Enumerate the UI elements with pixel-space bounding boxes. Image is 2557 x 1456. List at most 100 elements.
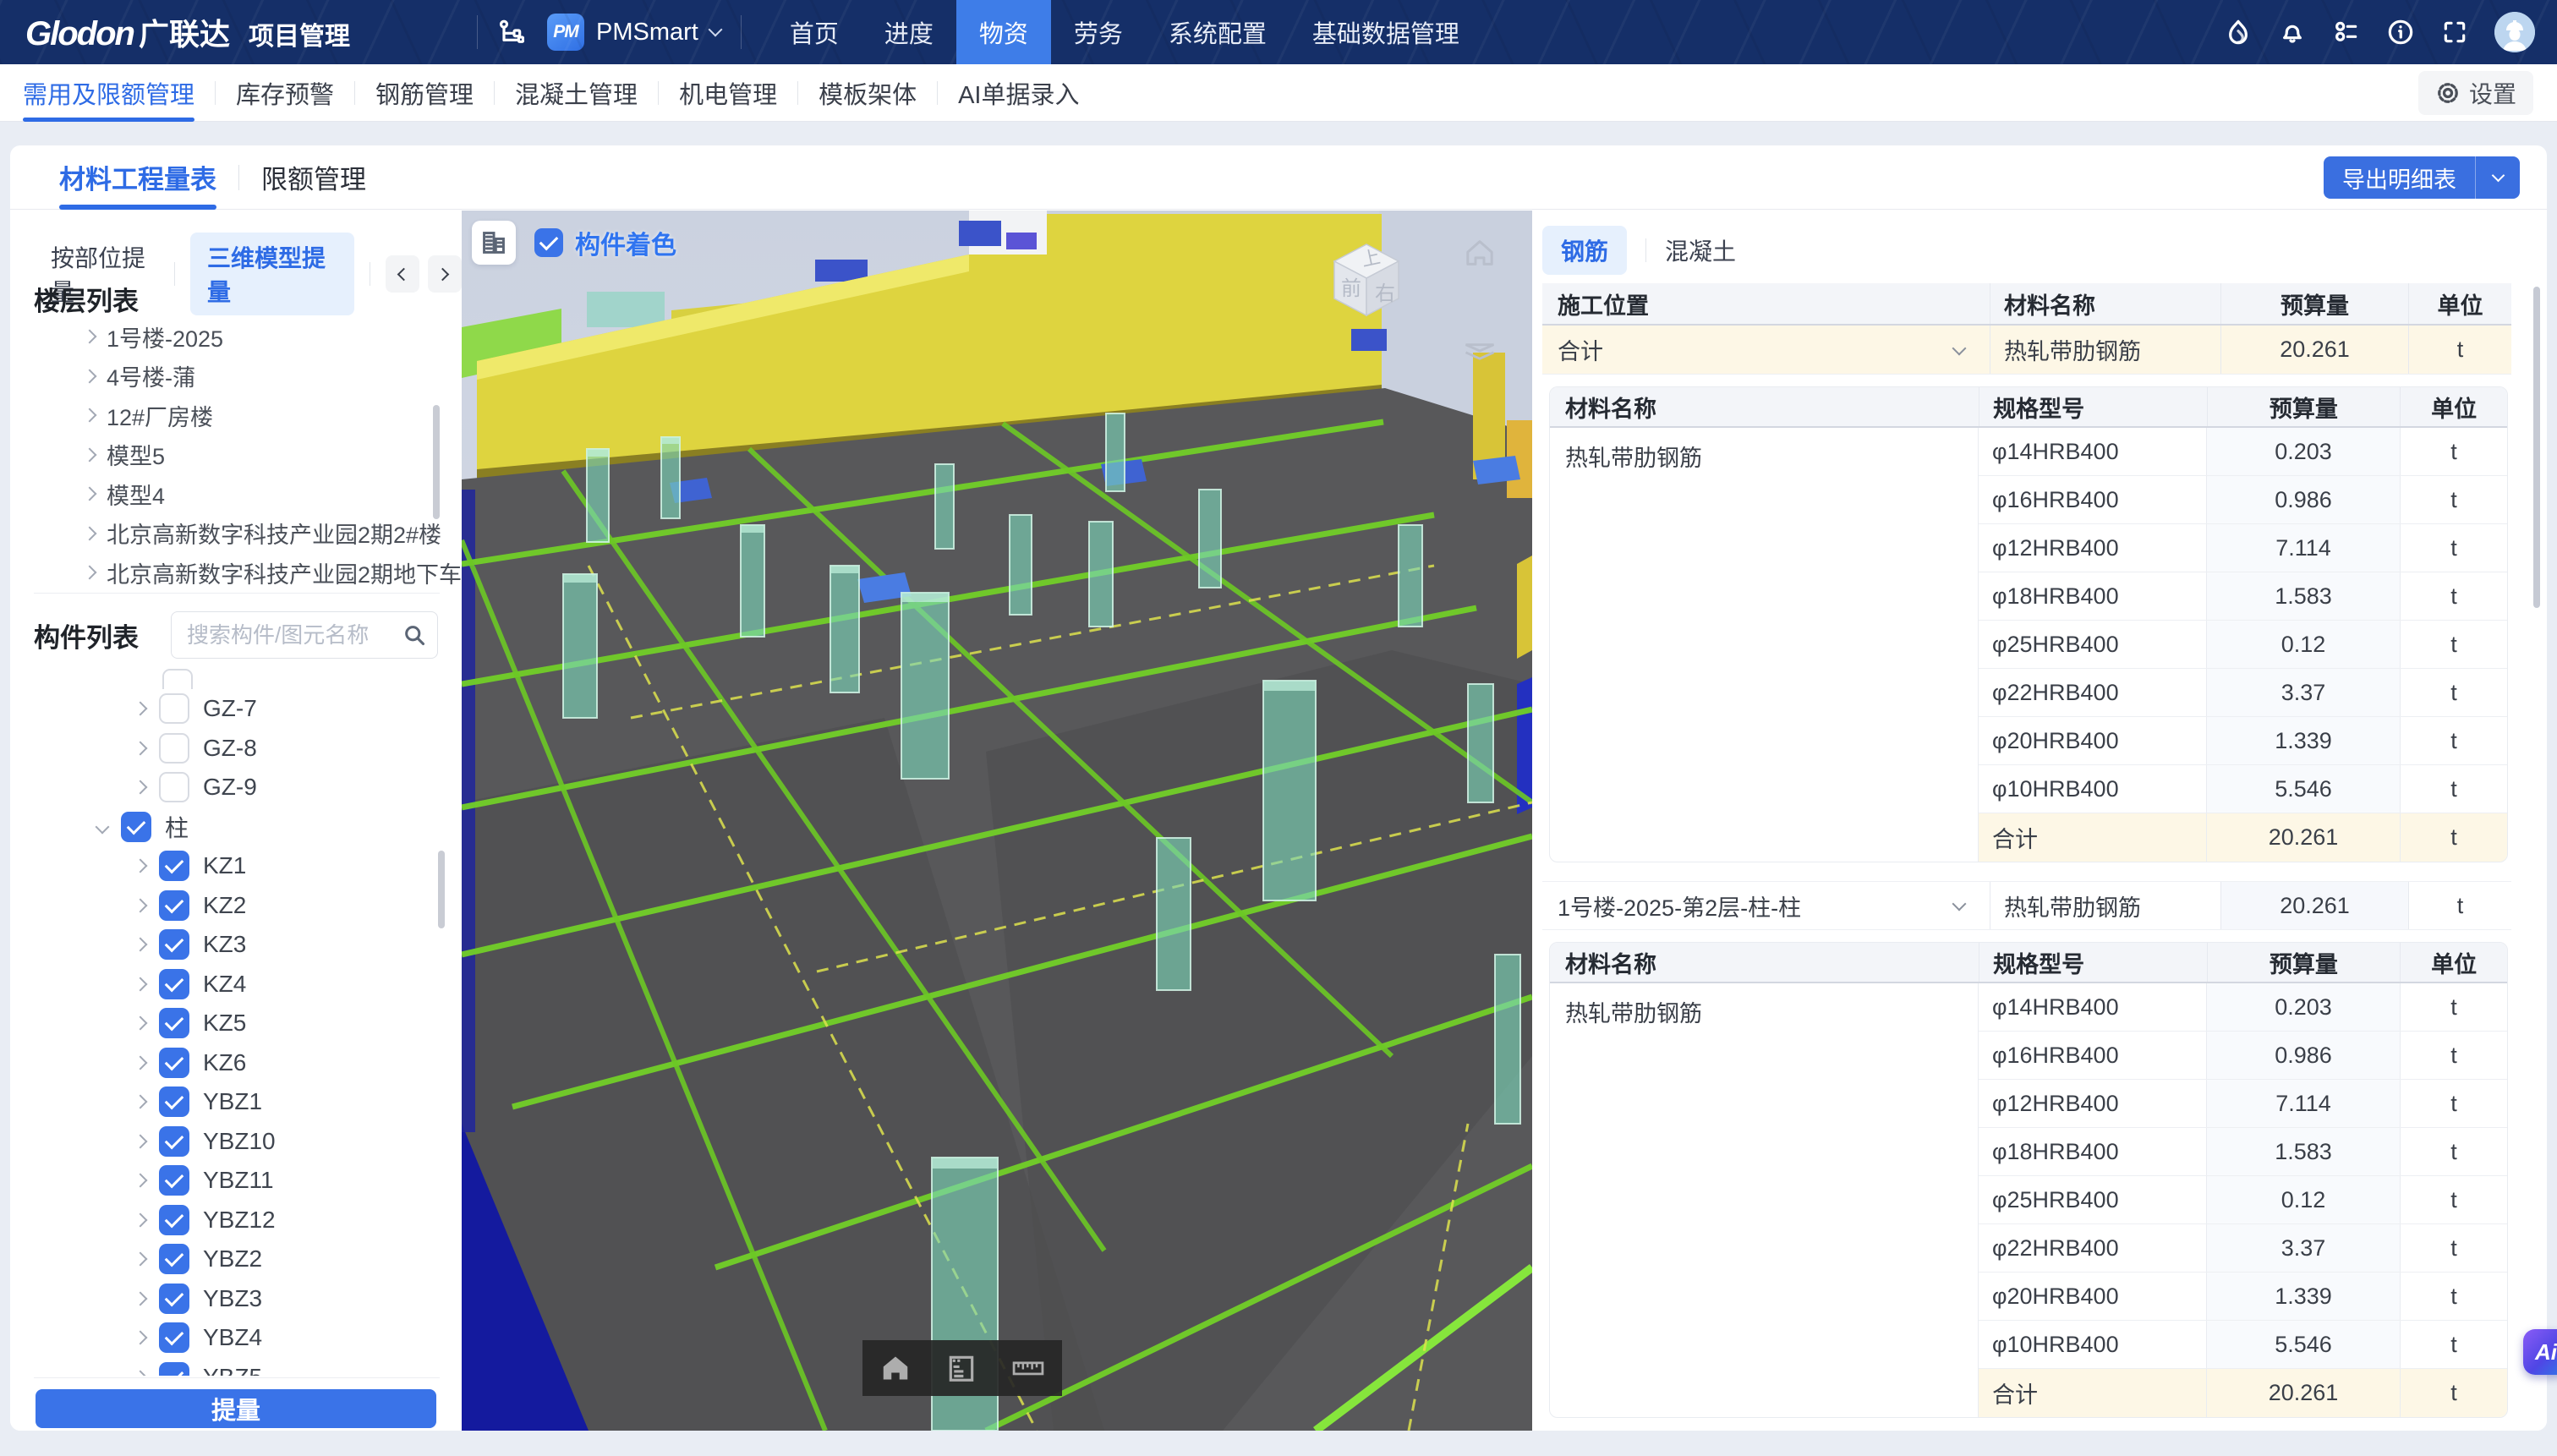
chevron-right-icon[interactable] — [134, 1095, 148, 1109]
checkbox-checked[interactable] — [159, 1322, 189, 1353]
panel-scrollbar[interactable] — [2533, 287, 2540, 608]
model-viewport[interactable]: 构件着色 上 前 右 — [462, 211, 1532, 1431]
component-item[interactable]: GZ-8 — [10, 729, 450, 769]
fullscreen-icon[interactable] — [2440, 18, 2469, 47]
floor-item[interactable]: 12#厂房楼 — [10, 396, 441, 435]
checkbox-checked[interactable] — [159, 1126, 189, 1157]
chevron-down-icon[interactable] — [1952, 897, 1967, 911]
chevron-right-icon[interactable] — [134, 1370, 148, 1376]
nav-item-system-config[interactable]: 系统配置 — [1146, 0, 1289, 64]
chevron-right-icon[interactable] — [83, 408, 97, 423]
chevron-right-icon[interactable] — [134, 859, 148, 873]
checkbox-checked[interactable] — [159, 1244, 189, 1274]
component-item[interactable]: YBZ4 — [10, 1318, 450, 1358]
floor-item[interactable]: 模型5 — [10, 435, 441, 475]
subnav-ai-entry[interactable]: AI单据录入 — [958, 64, 1079, 122]
nav-item-progress[interactable]: 进度 — [862, 0, 956, 64]
component-item[interactable]: YBZ10 — [10, 1122, 450, 1162]
settings-button[interactable]: 设置 — [2418, 71, 2533, 115]
floor-item[interactable]: 北京高新数字科技产业园2期地下车库人防 — [10, 553, 441, 593]
location-group-row[interactable]: 1号楼-2025-第2层-柱-柱 热轧带肋钢筋 20.261 t — [1542, 881, 2511, 930]
location-select[interactable]: 1号楼-2025-第2层-柱-柱 — [1558, 889, 1954, 922]
floor-item[interactable]: 北京高新数字科技产业园2期2#楼 — [10, 514, 441, 554]
chevron-right-icon[interactable] — [83, 447, 97, 462]
measure-ruler-icon[interactable] — [1011, 1352, 1045, 1384]
checkbox-checked[interactable] — [159, 929, 189, 960]
checkbox-checked[interactable] — [159, 1362, 189, 1376]
location-group-row[interactable]: 合计 热轧带肋钢筋 20.261 t — [1542, 326, 2511, 375]
chevron-right-icon[interactable] — [83, 330, 97, 344]
component-item[interactable]: GZ-7 — [10, 689, 450, 729]
chevron-right-icon[interactable] — [134, 977, 148, 991]
prev-page-button[interactable] — [386, 255, 419, 293]
export-detail-button[interactable]: 导出明细表 — [2324, 156, 2520, 199]
user-avatar[interactable] — [2494, 12, 2535, 52]
chevron-down-icon[interactable] — [96, 819, 110, 834]
apps-icon[interactable] — [2332, 18, 2361, 47]
checkbox-checked[interactable] — [159, 851, 189, 881]
checkbox-checked[interactable] — [159, 969, 189, 999]
tab-concrete[interactable]: 混凝土 — [1665, 233, 1736, 267]
component-item[interactable]: KZ4 — [10, 965, 450, 1004]
nav-item-home[interactable]: 首页 — [767, 0, 862, 64]
nav-item-materials[interactable]: 物资 — [956, 0, 1051, 64]
home-view-icon[interactable] — [1463, 236, 1497, 274]
checkbox-checked[interactable] — [159, 1284, 189, 1314]
chevron-right-icon[interactable] — [134, 1134, 148, 1148]
component-search-input[interactable] — [171, 611, 438, 659]
chevron-right-icon[interactable] — [134, 1252, 148, 1267]
view-cube[interactable]: 上 前 右 — [1316, 229, 1417, 331]
properties-list-icon[interactable] — [945, 1352, 977, 1384]
component-scrollbar[interactable] — [438, 851, 445, 928]
subnav-demand-quota[interactable]: 需用及限额管理 — [23, 64, 194, 122]
chevron-right-icon[interactable] — [134, 1055, 148, 1070]
component-item[interactable]: YBZ5 — [10, 1358, 450, 1377]
subnav-rebar[interactable]: 钢筋管理 — [375, 64, 474, 122]
checkbox-checked[interactable] — [159, 890, 189, 921]
chevron-right-icon[interactable] — [134, 1291, 148, 1305]
component-item[interactable]: GZ-9 — [10, 768, 450, 807]
chevron-right-icon[interactable] — [134, 1174, 148, 1188]
tab-rebar[interactable]: 钢筋 — [1542, 226, 1627, 275]
checkbox-checked[interactable] — [159, 1205, 189, 1235]
checkbox-checked[interactable] — [159, 1087, 189, 1117]
chevron-right-icon[interactable] — [134, 898, 148, 912]
flame-icon[interactable] — [2224, 18, 2253, 47]
chevron-right-icon[interactable] — [134, 780, 148, 795]
chevron-right-icon[interactable] — [83, 487, 97, 501]
chevron-right-icon[interactable] — [134, 938, 148, 952]
chevron-down-icon[interactable] — [1952, 341, 1967, 355]
checkbox-checked[interactable] — [159, 1165, 189, 1196]
export-dropdown-button[interactable] — [2476, 156, 2520, 199]
checkbox-unchecked[interactable] — [162, 669, 193, 689]
component-item[interactable]: YBZ1 — [10, 1082, 450, 1122]
bell-icon[interactable] — [2278, 18, 2307, 47]
bim-model-canvas[interactable] — [462, 211, 1532, 1431]
checkbox-checked[interactable] — [121, 812, 151, 842]
colorize-checkbox[interactable] — [534, 228, 563, 257]
floor-item[interactable]: 4号楼-蒲 — [10, 357, 441, 397]
floor-scrollbar[interactable] — [433, 405, 440, 519]
component-item[interactable]: KZ5 — [10, 1004, 450, 1043]
nav-item-base-data[interactable]: 基础数据管理 — [1289, 0, 1482, 64]
component-item[interactable]: YBZ2 — [10, 1240, 450, 1279]
checkbox-checked[interactable] — [159, 1048, 189, 1078]
subnav-inventory-warning[interactable]: 库存预警 — [236, 64, 334, 122]
location-select[interactable]: 合计 — [1558, 333, 1954, 366]
mode-3d-model[interactable]: 三维模型提量 — [190, 233, 354, 315]
sitemap-icon[interactable] — [496, 18, 525, 47]
pmsmart-switcher[interactable]: PM PMSmart — [547, 14, 720, 51]
checkbox-unchecked[interactable] — [159, 772, 189, 802]
chevron-right-icon[interactable] — [83, 526, 97, 540]
search-icon[interactable] — [402, 623, 426, 651]
tab-quota-management[interactable]: 限额管理 — [261, 145, 366, 210]
subnav-formwork[interactable]: 模板架体 — [819, 64, 917, 122]
subnav-concrete[interactable]: 混凝土管理 — [515, 64, 638, 122]
chevron-right-icon[interactable] — [134, 741, 148, 755]
model-views-button[interactable] — [472, 221, 516, 265]
checkbox-unchecked[interactable] — [159, 733, 189, 764]
component-item[interactable]: KZ1 — [10, 846, 450, 886]
component-item[interactable]: YBZ11 — [10, 1161, 450, 1201]
extract-quantity-button[interactable]: 提量 — [36, 1389, 436, 1428]
tab-material-quantity[interactable]: 材料工程量表 — [59, 145, 216, 210]
